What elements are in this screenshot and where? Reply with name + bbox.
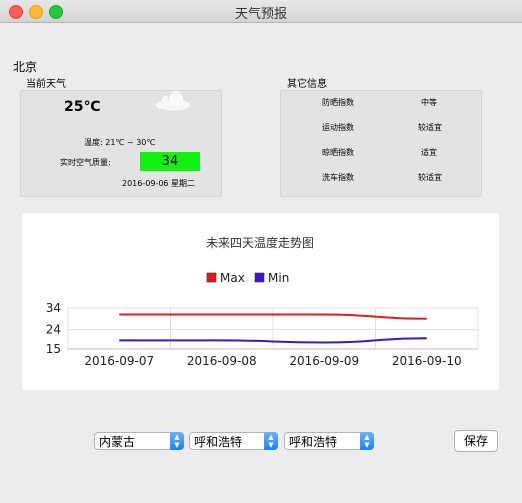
chevron-updown-icon: ▲ ▼	[264, 432, 278, 450]
x-tick-label: 2016-09-07	[84, 354, 154, 368]
city-value: 呼和浩特	[194, 435, 243, 449]
save-button[interactable]: 保存	[454, 430, 498, 452]
y-tick-label: 34	[46, 301, 61, 315]
legend-label: Max	[220, 271, 245, 285]
other-info-label: 其它信息	[287, 79, 327, 90]
chart-title: 未来四天温度走势图	[206, 235, 314, 250]
district-value: 呼和浩特	[289, 435, 338, 449]
city-name: 北京	[13, 60, 38, 74]
current-date: 2016-09-06 星期二	[122, 179, 196, 188]
current-weather-label: 当前天气	[26, 79, 66, 90]
city-select[interactable]: 呼和浩特 ▲ ▼	[189, 432, 278, 450]
title-bar[interactable]: 天气预报	[0, 0, 522, 23]
temperature-chart: 未来四天温度走势图 Max Min 34 24 15 2016-09-07 2016-0…	[46, 235, 479, 368]
cloud-icon	[154, 90, 192, 112]
index-name: 晾晒指数	[322, 148, 354, 157]
index-name: 洗车指数	[322, 173, 354, 182]
x-tick-label: 2016-09-08	[187, 354, 257, 368]
index-value: 适宜	[421, 148, 437, 157]
aqi-value: 34	[140, 152, 200, 171]
other-info-box	[280, 90, 482, 197]
y-tick-label: 15	[46, 342, 61, 356]
province-value: 内蒙古	[99, 435, 136, 449]
legend-swatch	[254, 272, 265, 283]
temperature-range: 温度: 21℃ ~ 30℃	[84, 138, 156, 147]
index-value: 较适宜	[418, 123, 442, 132]
y-tick-label: 24	[46, 323, 61, 337]
legend-swatch	[206, 272, 217, 283]
chevron-updown-icon: ▲ ▼	[170, 432, 184, 450]
temperature-chart-card: 未来四天温度走势图 Max Min 34 24 15 2016-09-07 2016-0…	[22, 213, 499, 390]
weather-window: 天气预报 北京 当前天气 25℃ 温度: 21℃ ~ 30℃ 实时空气质量: 3…	[0, 0, 522, 503]
aqi-label: 实时空气质量:	[60, 158, 111, 167]
index-name: 防晒指数	[322, 98, 354, 107]
province-select[interactable]: 内蒙古 ▲ ▼	[94, 432, 184, 450]
current-temperature: 25℃	[64, 99, 101, 115]
index-value: 较适宜	[418, 173, 442, 182]
index-value: 中等	[421, 98, 437, 107]
index-name: 运动指数	[322, 123, 354, 132]
x-tick-label: 2016-09-10	[392, 354, 462, 368]
window-title: 天气预报	[234, 7, 287, 22]
chevron-updown-icon: ▲ ▼	[360, 432, 374, 450]
x-tick-label: 2016-09-09	[289, 354, 359, 368]
district-select[interactable]: 呼和浩特 ▲ ▼	[284, 432, 374, 450]
legend-label: Min	[268, 271, 289, 285]
